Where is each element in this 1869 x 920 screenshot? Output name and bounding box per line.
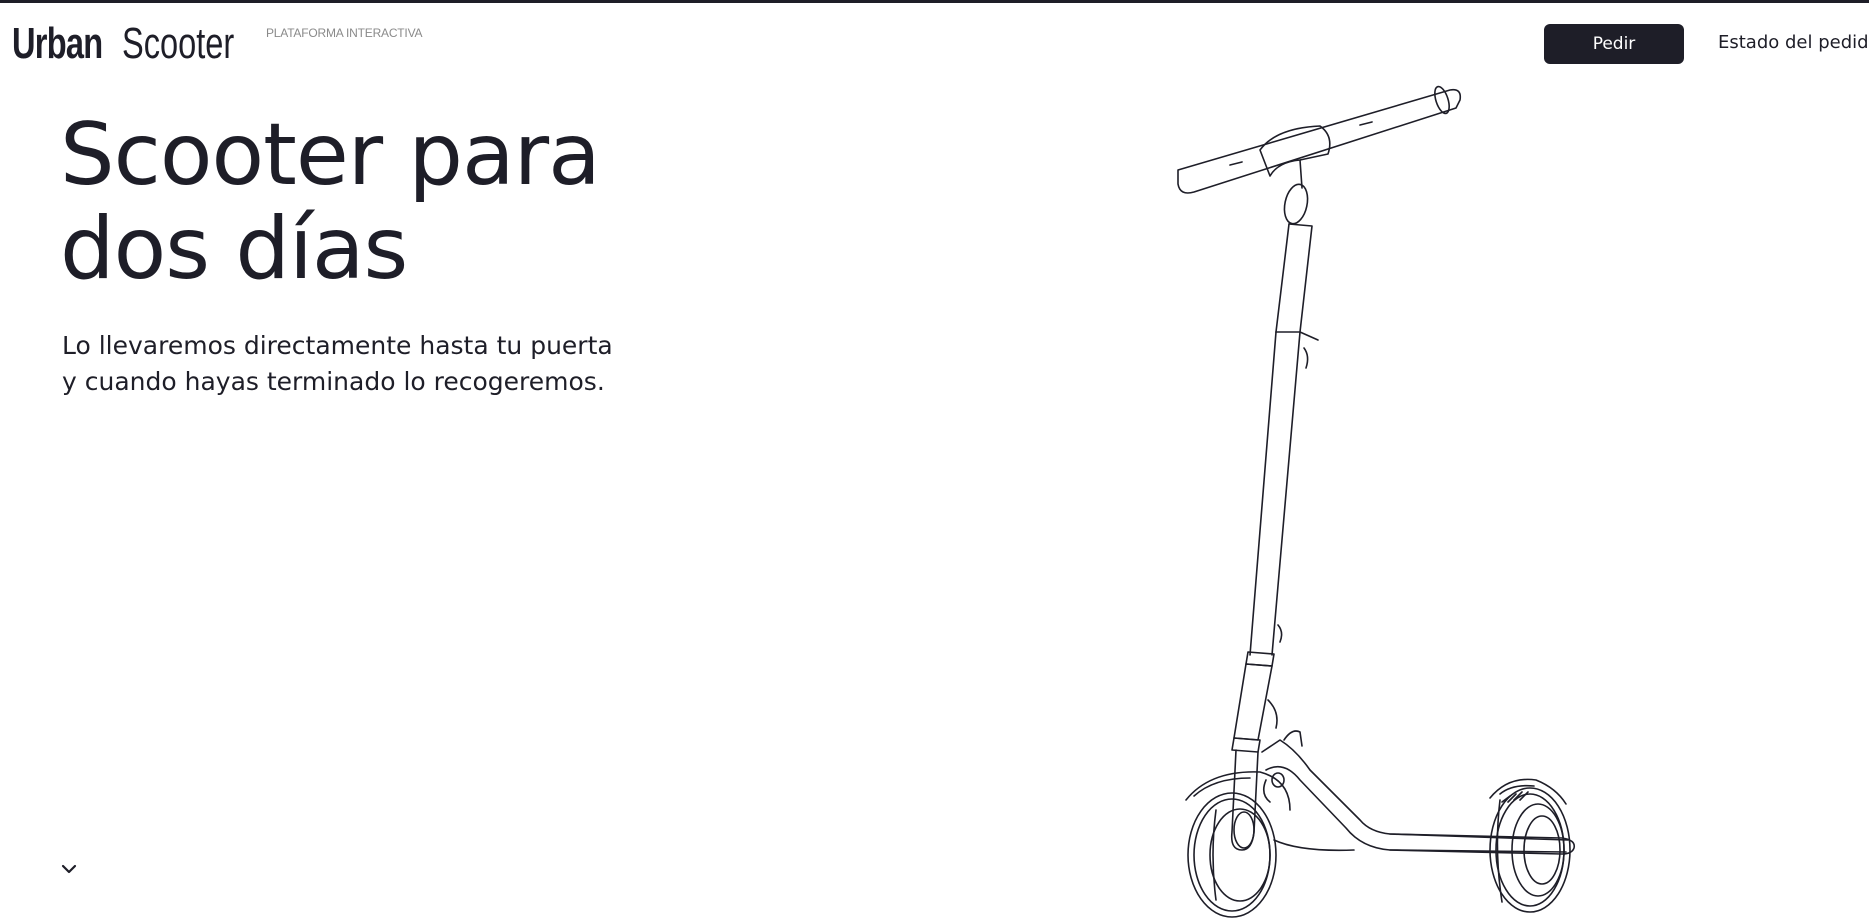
hero-title: Scooter para dos días	[60, 108, 760, 296]
top-border	[0, 0, 1869, 3]
logo-urban-text: Urban	[12, 19, 103, 68]
scooter-illustration	[1177, 85, 1576, 918]
logo-scooter-text: Scooter	[122, 19, 235, 68]
hero-subtitle-line-2: y cuando hayas terminado lo recogeremos.	[62, 367, 605, 396]
logo[interactable]: Urban Scooter PLATAFORMA INTERACTIVA	[12, 18, 422, 70]
chevron-down-icon[interactable]	[60, 862, 78, 876]
logo-tagline: PLATAFORMA INTERACTIVA	[266, 26, 423, 40]
hero-title-line-2: dos días	[60, 199, 408, 299]
order-button[interactable]: Pedir	[1544, 24, 1684, 64]
hero-subtitle: Lo llevaremos directamente hasta tu puer…	[62, 328, 682, 400]
hero-title-line-1: Scooter para	[60, 105, 601, 205]
order-status-link[interactable]: Estado del pedido	[1718, 32, 1869, 53]
landing-page: Urban Scooter PLATAFORMA INTERACTIVA Ped…	[0, 0, 1869, 920]
hero-subtitle-line-1: Lo llevaremos directamente hasta tu puer…	[62, 331, 613, 360]
